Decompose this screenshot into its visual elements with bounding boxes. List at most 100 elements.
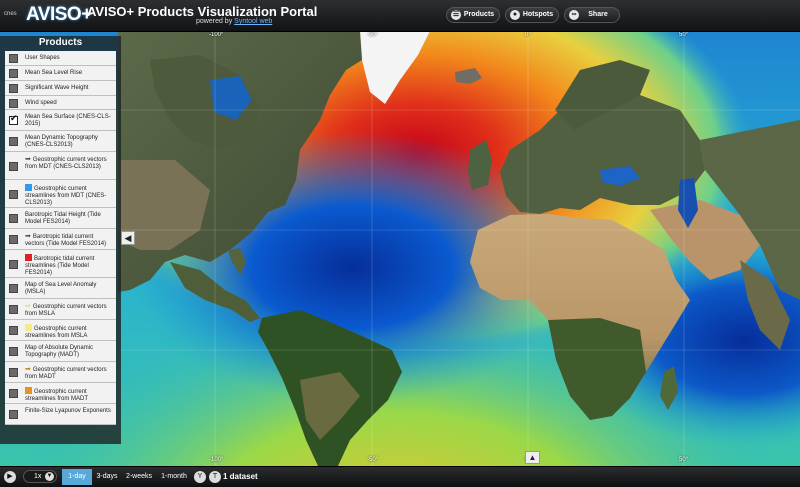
arrow-right-icon: ➡ — [25, 233, 31, 240]
arrow-right-icon: ➡ — [25, 366, 31, 373]
product-item[interactable]: Mean Dynamic Topography (CNES-CLS2013) — [5, 131, 116, 152]
play-button[interactable]: ▶ — [4, 471, 16, 483]
product-label: ➡ Barotropic tidal current vectors (Tide … — [25, 233, 114, 248]
product-item[interactable]: ➡ Barotropic tidal current vectors (Tide … — [5, 229, 116, 250]
product-checkbox[interactable] — [9, 284, 18, 293]
product-item[interactable]: User Shapes — [5, 51, 116, 66]
products-button-label: Products — [463, 11, 495, 18]
tab-2-weeks[interactable]: 2-weeks — [122, 469, 156, 485]
product-label: Wind speed — [25, 100, 114, 107]
product-item[interactable]: Geostrophic current streamlines from MSL… — [5, 320, 116, 341]
product-label: Barotropic tidal current streamlines (Ti… — [25, 254, 114, 277]
graticule-label: 50° — [679, 32, 689, 38]
cnes-logo: cnes — [4, 11, 17, 17]
product-checkbox[interactable] — [9, 368, 18, 377]
product-item[interactable]: ➡ Geostrophic current vectors from MSLA — [5, 299, 116, 320]
chevron-down-icon: ▼ — [45, 472, 54, 481]
product-label: Geostrophic current streamlines from MSL… — [25, 324, 114, 340]
product-item[interactable]: Geostrophic current streamlines from MDT… — [5, 180, 116, 208]
share-button-label: Share — [588, 11, 608, 18]
product-item[interactable]: ➡ Geostrophic current vectors from MDT (C… — [5, 152, 116, 180]
tab-1-day[interactable]: 1-day — [62, 469, 92, 485]
tab-3-days[interactable]: 3-days — [92, 469, 122, 485]
product-item[interactable]: Wind speed — [5, 96, 116, 110]
product-checkbox[interactable] — [9, 347, 18, 356]
color-swatch-icon — [25, 184, 32, 191]
graticule-label: -100° — [209, 32, 224, 38]
aviso-logo[interactable]: cnes AVISO+ — [4, 3, 92, 29]
product-checkbox[interactable] — [9, 260, 18, 269]
product-checkbox[interactable] — [9, 69, 18, 78]
panel-title: Products — [38, 37, 83, 48]
product-checkbox[interactable] — [9, 54, 18, 63]
filter-icon: Y — [197, 473, 203, 480]
product-label: Geostrophic current streamlines from MAD… — [25, 387, 114, 403]
product-label: Finite-Size Lyapunov Exponents — [25, 408, 114, 415]
product-checkbox[interactable] — [9, 235, 18, 244]
hotspots-button-label: Hotspots — [522, 11, 554, 18]
products-button[interactable]: ☰ Products — [446, 7, 500, 23]
product-label: ➡ Geostrophic current vectors from MADT — [25, 366, 114, 381]
product-checkbox[interactable] — [9, 305, 18, 314]
color-swatch-icon — [25, 254, 32, 261]
product-label: Map of Sea Level Anomaly (MSLA) — [25, 282, 114, 296]
product-label: Significant Wave Height — [25, 85, 114, 92]
chevron-up-icon: ▲ — [528, 453, 537, 462]
product-item[interactable]: Finite-Size Lyapunov Exponents — [5, 404, 116, 425]
product-item[interactable]: Geostrophic current streamlines from MAD… — [5, 383, 116, 404]
speed-select[interactable]: 1x ▼ — [23, 470, 57, 483]
hotspots-button[interactable]: ● Hotspots — [505, 7, 559, 23]
product-item[interactable]: Barotropic Tidal Height (Tide Model FES2… — [5, 208, 116, 229]
product-label: Mean Dynamic Topography (CNES-CLS2013) — [25, 135, 114, 149]
timeline-bar: ▶ 1x ▼ 1-day 3-days 2-weeks 1-month Y T … — [0, 466, 800, 487]
product-label-text: User Shapes — [25, 55, 60, 61]
tab-1-month[interactable]: 1-month — [156, 469, 192, 485]
product-item[interactable]: Significant Wave Height — [5, 81, 116, 96]
dataset-button[interactable]: T — [209, 471, 221, 483]
product-label-text: Significant Wave Height — [25, 85, 89, 91]
product-label-text: Barotropic tidal current streamlines (Ti… — [25, 256, 95, 276]
product-label-text: Wind speed — [25, 100, 57, 106]
play-icon: ▶ — [7, 473, 13, 480]
product-item[interactable]: Mean Sea Level Rise — [5, 66, 116, 81]
product-checkbox[interactable] — [9, 389, 18, 398]
product-label: Mean Sea Level Rise — [25, 70, 114, 77]
product-list: User Shapes Mean Sea Level Rise Significan… — [5, 51, 116, 425]
product-checkbox[interactable] — [9, 115, 18, 125]
product-label-text: Mean Sea Surface (CNES-CLS-2015) — [25, 114, 111, 127]
page-subtitle: powered by Syntool web — [196, 18, 272, 25]
product-label: Barotropic Tidal Height (Tide Model FES2… — [25, 212, 114, 226]
product-item[interactable]: ➡ Geostrophic current vectors from MADT — [5, 362, 116, 383]
dataset-count: 1 dataset — [223, 472, 258, 481]
top-bar: cnes AVISO+ AVISO+ Products Visualizatio… — [0, 0, 800, 32]
page-title: AVISO+ Products Visualization Portal — [87, 4, 318, 19]
product-checkbox[interactable] — [9, 326, 18, 335]
product-checkbox[interactable] — [9, 137, 18, 146]
syntool-link[interactable]: Syntool web — [234, 18, 272, 25]
product-checkbox[interactable] — [9, 410, 18, 419]
color-swatch-icon — [25, 387, 32, 394]
product-item[interactable]: Barotropic tidal current streamlines (Ti… — [5, 250, 116, 278]
product-checkbox[interactable] — [9, 190, 18, 199]
product-checkbox[interactable] — [9, 214, 18, 223]
product-checkbox[interactable] — [9, 99, 18, 108]
graticule-label: -50° — [367, 457, 379, 463]
filter-button[interactable]: Y — [194, 471, 206, 483]
product-label-text: Geostrophic current streamlines from MDT… — [25, 186, 107, 206]
collapse-panel-button[interactable]: ◀ — [121, 231, 135, 245]
products-panel: Products User Shapes Mean Sea Level Rise S… — [0, 36, 121, 444]
product-checkbox[interactable] — [9, 162, 18, 171]
product-label: Map of Absolute Dynamic Topography (MADT… — [25, 345, 114, 359]
share-button[interactable]: ∞ Share — [564, 7, 620, 23]
product-label-text: Finite-Size Lyapunov Exponents — [25, 408, 111, 414]
product-item[interactable]: Map of Sea Level Anomaly (MSLA) — [5, 278, 116, 299]
subtitle-prefix: powered by — [196, 18, 233, 25]
product-item[interactable]: Map of Absolute Dynamic Topography (MADT… — [5, 341, 116, 362]
graticule-label: -50° — [367, 32, 379, 38]
product-checkbox[interactable] — [9, 84, 18, 93]
product-label-text: Map of Sea Level Anomaly (MSLA) — [25, 282, 97, 295]
graticule-label: 0° — [525, 32, 531, 38]
aviso-logo-text: AVISO+ — [26, 4, 92, 25]
product-item[interactable]: Mean Sea Surface (CNES-CLS-2015) — [5, 110, 116, 131]
expand-timeline-button[interactable]: ▲ — [525, 451, 540, 464]
